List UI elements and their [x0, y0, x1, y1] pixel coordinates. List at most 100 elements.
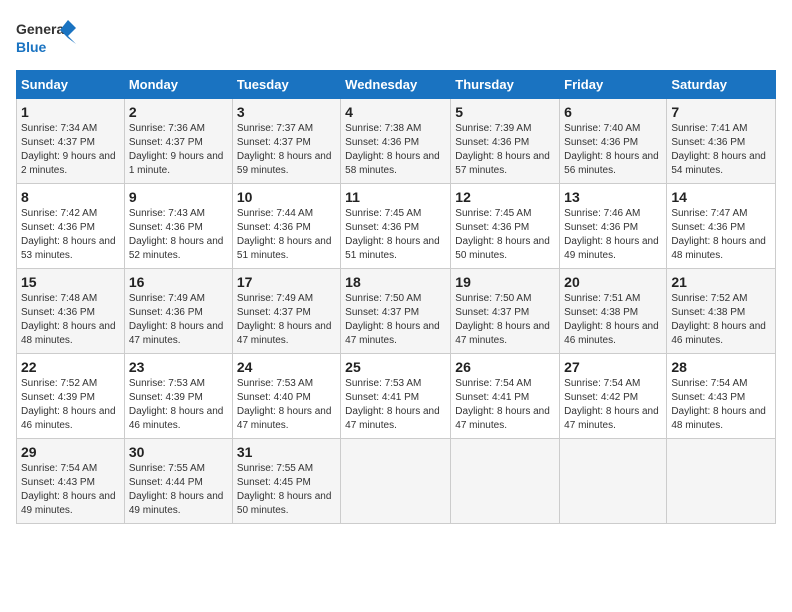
day-info: Sunrise: 7:41 AMSunset: 4:36 PMDaylight:…: [671, 122, 771, 178]
svg-text:Blue: Blue: [16, 39, 47, 55]
day-cell: 29 Sunrise: 7:54 AMSunset: 4:43 PMDayligh…: [17, 439, 125, 524]
day-number: 12: [455, 189, 555, 205]
day-info: Sunrise: 7:49 AMSunset: 4:37 PMDaylight:…: [237, 292, 336, 348]
day-cell: 2 Sunrise: 7:36 AMSunset: 4:37 PMDaylight…: [124, 99, 232, 184]
day-number: 19: [455, 274, 555, 290]
day-number: 9: [129, 189, 228, 205]
day-info: Sunrise: 7:49 AMSunset: 4:36 PMDaylight:…: [129, 292, 228, 348]
day-info: Sunrise: 7:50 AMSunset: 4:37 PMDaylight:…: [345, 292, 446, 348]
day-number: 1: [21, 104, 120, 120]
day-info: Sunrise: 7:55 AMSunset: 4:44 PMDaylight:…: [129, 462, 228, 518]
day-cell: 4Sunrise: 7:38 AMSunset: 4:36 PMDaylight…: [341, 99, 451, 184]
day-number: 7: [671, 104, 771, 120]
day-info: Sunrise: 7:48 AMSunset: 4:36 PMDaylight:…: [21, 292, 120, 348]
day-cell: 14 Sunrise: 7:47 AMSunset: 4:36 PMDayligh…: [667, 184, 776, 269]
day-number: 29: [21, 444, 120, 460]
day-cell: 12 Sunrise: 7:45 AMSunset: 4:36 PMDayligh…: [451, 184, 560, 269]
day-number: 31: [237, 444, 336, 460]
logo: General Blue: [16, 16, 76, 60]
day-info: Sunrise: 7:52 AMSunset: 4:39 PMDaylight:…: [21, 377, 120, 433]
day-number: 5: [455, 104, 555, 120]
day-cell: 30Sunrise: 7:55 AMSunset: 4:44 PMDayligh…: [124, 439, 232, 524]
week-row-4: 22Sunrise: 7:52 AMSunset: 4:39 PMDayligh…: [17, 354, 776, 439]
day-info: Sunrise: 7:54 AMSunset: 4:43 PMDaylight:…: [671, 377, 771, 433]
day-cell: 15Sunrise: 7:48 AMSunset: 4:36 PMDayligh…: [17, 269, 125, 354]
day-cell: 7 Sunrise: 7:41 AMSunset: 4:36 PMDaylight…: [667, 99, 776, 184]
col-header-monday: Monday: [124, 71, 232, 99]
day-number: 8: [21, 189, 120, 205]
day-cell: 19Sunrise: 7:50 AMSunset: 4:37 PMDayligh…: [451, 269, 560, 354]
day-cell: 3 Sunrise: 7:37 AMSunset: 4:37 PMDaylight…: [232, 99, 340, 184]
day-number: 11: [345, 189, 446, 205]
day-cell: 22Sunrise: 7:52 AMSunset: 4:39 PMDayligh…: [17, 354, 125, 439]
day-cell: 6 Sunrise: 7:40 AMSunset: 4:36 PMDaylight…: [560, 99, 667, 184]
week-row-1: 1 Sunrise: 7:34 AMSunset: 4:37 PMDaylight…: [17, 99, 776, 184]
day-number: 10: [237, 189, 336, 205]
day-info: Sunrise: 7:53 AMSunset: 4:39 PMDaylight:…: [129, 377, 228, 433]
col-header-wednesday: Wednesday: [341, 71, 451, 99]
day-info: Sunrise: 7:38 AMSunset: 4:36 PMDaylight:…: [345, 122, 446, 178]
day-number: 2: [129, 104, 228, 120]
day-cell: 21Sunrise: 7:52 AMSunset: 4:38 PMDayligh…: [667, 269, 776, 354]
day-cell: 1 Sunrise: 7:34 AMSunset: 4:37 PMDaylight…: [17, 99, 125, 184]
col-header-saturday: Saturday: [667, 71, 776, 99]
day-info: Sunrise: 7:36 AMSunset: 4:37 PMDaylight:…: [129, 122, 228, 178]
day-number: 24: [237, 359, 336, 375]
day-cell: 17 Sunrise: 7:49 AMSunset: 4:37 PMDayligh…: [232, 269, 340, 354]
day-cell: 13 Sunrise: 7:46 AMSunset: 4:36 PMDayligh…: [560, 184, 667, 269]
day-info: Sunrise: 7:39 AMSunset: 4:36 PMDaylight:…: [455, 122, 555, 178]
day-cell: 25Sunrise: 7:53 AMSunset: 4:41 PMDayligh…: [341, 354, 451, 439]
day-info: Sunrise: 7:34 AMSunset: 4:37 PMDaylight:…: [21, 122, 120, 178]
week-row-3: 15Sunrise: 7:48 AMSunset: 4:36 PMDayligh…: [17, 269, 776, 354]
day-info: Sunrise: 7:44 AMSunset: 4:36 PMDaylight:…: [237, 207, 336, 263]
day-cell: 9Sunrise: 7:43 AMSunset: 4:36 PMDaylight…: [124, 184, 232, 269]
week-row-5: 29 Sunrise: 7:54 AMSunset: 4:43 PMDayligh…: [17, 439, 776, 524]
day-number: 18: [345, 274, 446, 290]
day-number: 25: [345, 359, 446, 375]
day-cell: [667, 439, 776, 524]
day-number: 21: [671, 274, 771, 290]
day-cell: 26Sunrise: 7:54 AMSunset: 4:41 PMDayligh…: [451, 354, 560, 439]
day-cell: 5 Sunrise: 7:39 AMSunset: 4:36 PMDaylight…: [451, 99, 560, 184]
day-number: 20: [564, 274, 662, 290]
day-cell: 23Sunrise: 7:53 AMSunset: 4:39 PMDayligh…: [124, 354, 232, 439]
col-header-thursday: Thursday: [451, 71, 560, 99]
week-row-2: 8 Sunrise: 7:42 AMSunset: 4:36 PMDaylight…: [17, 184, 776, 269]
day-number: 6: [564, 104, 662, 120]
day-info: Sunrise: 7:45 AMSunset: 4:36 PMDaylight:…: [345, 207, 446, 263]
header-row: SundayMondayTuesdayWednesdayThursdayFrid…: [17, 71, 776, 99]
day-number: 26: [455, 359, 555, 375]
day-number: 16: [129, 274, 228, 290]
day-number: 17: [237, 274, 336, 290]
day-info: Sunrise: 7:45 AMSunset: 4:36 PMDaylight:…: [455, 207, 555, 263]
day-info: Sunrise: 7:55 AMSunset: 4:45 PMDaylight:…: [237, 462, 336, 518]
day-cell: 10 Sunrise: 7:44 AMSunset: 4:36 PMDayligh…: [232, 184, 340, 269]
day-cell: 24 Sunrise: 7:53 AMSunset: 4:40 PMDayligh…: [232, 354, 340, 439]
day-info: Sunrise: 7:37 AMSunset: 4:37 PMDaylight:…: [237, 122, 336, 178]
col-header-tuesday: Tuesday: [232, 71, 340, 99]
day-cell: [451, 439, 560, 524]
svg-text:General: General: [16, 21, 68, 37]
day-cell: 20Sunrise: 7:51 AMSunset: 4:38 PMDayligh…: [560, 269, 667, 354]
day-cell: 18 Sunrise: 7:50 AMSunset: 4:37 PMDayligh…: [341, 269, 451, 354]
day-cell: 16 Sunrise: 7:49 AMSunset: 4:36 PMDayligh…: [124, 269, 232, 354]
day-cell: 8 Sunrise: 7:42 AMSunset: 4:36 PMDaylight…: [17, 184, 125, 269]
day-number: 28: [671, 359, 771, 375]
day-cell: 27Sunrise: 7:54 AMSunset: 4:42 PMDayligh…: [560, 354, 667, 439]
day-info: Sunrise: 7:54 AMSunset: 4:42 PMDaylight:…: [564, 377, 662, 433]
day-info: Sunrise: 7:42 AMSunset: 4:36 PMDaylight:…: [21, 207, 120, 263]
day-cell: 11 Sunrise: 7:45 AMSunset: 4:36 PMDayligh…: [341, 184, 451, 269]
day-cell: 28 Sunrise: 7:54 AMSunset: 4:43 PMDayligh…: [667, 354, 776, 439]
day-number: 3: [237, 104, 336, 120]
col-header-sunday: Sunday: [17, 71, 125, 99]
day-info: Sunrise: 7:54 AMSunset: 4:43 PMDaylight:…: [21, 462, 120, 518]
day-info: Sunrise: 7:47 AMSunset: 4:36 PMDaylight:…: [671, 207, 771, 263]
col-header-friday: Friday: [560, 71, 667, 99]
day-info: Sunrise: 7:46 AMSunset: 4:36 PMDaylight:…: [564, 207, 662, 263]
day-info: Sunrise: 7:53 AMSunset: 4:40 PMDaylight:…: [237, 377, 336, 433]
day-number: 14: [671, 189, 771, 205]
day-cell: [341, 439, 451, 524]
day-cell: 31 Sunrise: 7:55 AMSunset: 4:45 PMDayligh…: [232, 439, 340, 524]
day-info: Sunrise: 7:40 AMSunset: 4:36 PMDaylight:…: [564, 122, 662, 178]
day-number: 13: [564, 189, 662, 205]
